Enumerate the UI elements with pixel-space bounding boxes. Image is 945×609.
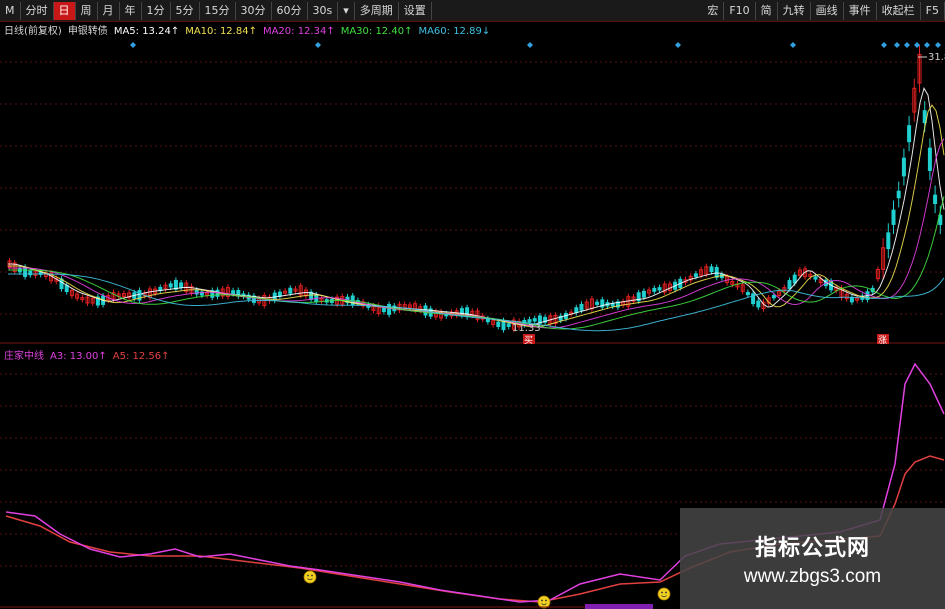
watermark-title: 指标公式网 [754,535,870,561]
candle-body [901,157,906,177]
candle-body [896,190,901,199]
high-price-label: 31.8 [928,52,945,63]
signal-diamond-10 [935,42,941,48]
smiley-icon-1 [537,595,551,609]
period-button-6[interactable]: 1分 [142,1,171,20]
tool-button-2[interactable]: 简 [756,1,778,20]
watermark: 指标公式网 www.zbgs3.com [680,508,945,609]
signal-diamond-7 [904,42,910,48]
candle-body [657,287,662,291]
period-button-1[interactable]: 分时 [21,1,54,20]
candle-body [496,321,501,327]
signal-diamond-2 [527,42,533,48]
period-button-4[interactable]: 月 [98,1,120,20]
tool-button-5[interactable]: 事件 [844,1,877,20]
candle-body [771,295,776,299]
tool-button-1[interactable]: F10 [724,1,756,20]
low-price-label: 11.33 [512,323,541,334]
candle-body [886,232,891,250]
smiley-eye-left [661,591,663,594]
period-button-10[interactable]: 60分 [272,1,308,20]
candle-body [579,303,584,311]
smiley-eye-right [665,591,667,594]
period-button-13[interactable]: 多周期 [355,1,399,20]
tool-button-6[interactable]: 收起栏 [877,1,921,20]
candle-body [849,296,854,303]
candlestick-chart[interactable]: 31.8 11.33买 涨 [0,22,945,344]
period-button-7[interactable]: 5分 [171,1,200,20]
candle-body [387,304,392,315]
tool-button-4[interactable]: 画线 [811,1,844,20]
candle-body [709,266,714,273]
candle-body [756,300,761,308]
tool-buttons: 宏 F10 简九转 画线 事件 收起栏 F5 [702,1,945,20]
signal-diamond-9 [924,42,930,48]
candle-body [714,266,719,278]
candle-body [907,125,912,143]
candle-body [381,307,386,313]
smiley-icon-0 [303,570,317,584]
tool-button-0[interactable]: 宏 [702,1,725,20]
ma-line-2 [8,138,945,329]
period-button-11[interactable]: 30s [308,1,339,20]
smiley-eye-left [541,599,543,602]
tool-button-3[interactable]: 九转 [778,1,811,20]
candle-body [891,209,896,225]
period-button-12[interactable]: ▾ [338,1,355,20]
bottom-signal-bar [585,604,653,609]
signal-diamond-3 [675,42,681,48]
candle-body [231,290,236,295]
candle-body [288,287,293,294]
smiley-eye-left [307,574,309,577]
candle-body [927,147,932,171]
signal-diamond-6 [894,42,900,48]
candle-body [745,291,750,296]
smiley-eye-right [311,574,313,577]
watermark-url: www.zbgs3.com [743,565,882,587]
signal-diamond-4 [790,42,796,48]
smiley-icon-2 [657,587,671,601]
buy-marker-label: 买 [524,335,533,344]
signal-diamond-5 [881,42,887,48]
candle-body [506,323,511,327]
chart-toolbar: M 分时日周月年 1分 5分 15分 30分 60分 30s ▾ 多周期 设置 宏 F10 简九转 画线事… [0,0,945,22]
candle-body [693,273,698,277]
candle-body [787,280,792,290]
candle-body [813,276,818,280]
smiley-eye-right [545,599,547,602]
period-button-0[interactable]: M [0,1,21,20]
period-button-3[interactable]: 周 [76,1,98,20]
period-button-14[interactable]: 设置 [399,1,432,20]
period-button-9[interactable]: 30分 [236,1,272,20]
candle-body [574,307,579,314]
period-buttons: M 分时日周月年 1分 5分 15分 30分 60分 30s ▾ 多周期 设置 [0,1,432,20]
ma-line-3 [8,196,945,330]
period-button-8[interactable]: 15分 [200,1,236,20]
candle-body [527,319,532,323]
candle-body [23,266,28,278]
candle-body [652,287,657,292]
period-button-2[interactable]: 日 [53,1,76,20]
break-marker-label: 涨 [878,335,887,344]
candle-body [933,194,938,205]
period-button-5[interactable]: 年 [120,1,142,20]
candle-body [792,274,797,284]
signal-diamond-0 [130,42,136,48]
candle-body [595,301,600,305]
candle-body [168,283,173,288]
tool-button-7[interactable]: F5 [921,1,945,20]
candle-body [641,290,646,298]
signal-diamond-1 [315,42,321,48]
candle-body [179,282,184,288]
candle-body [532,318,537,322]
